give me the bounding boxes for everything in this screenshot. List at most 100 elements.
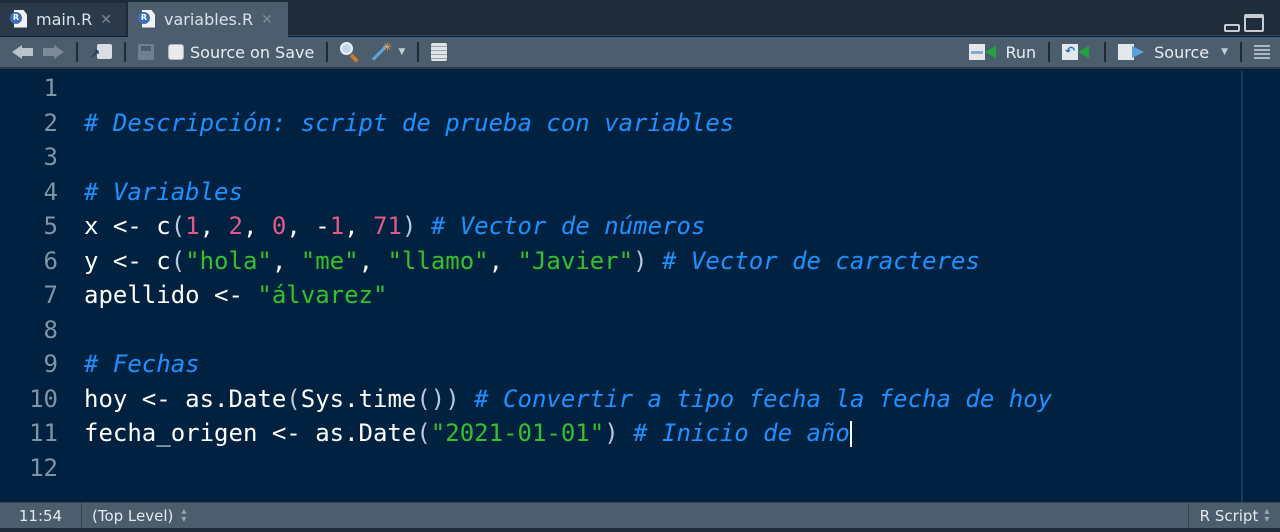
number-token: 2 [228,212,243,241]
outline-icon [1254,45,1270,59]
scope-selector[interactable]: (Top Level) ▴ ▾ [82,505,187,525]
line-source: hoy <- as.Date(Sys.time()) # Convertir a… [58,385,1052,413]
code-token: , [271,246,301,275]
save-button[interactable] [134,39,158,65]
code-line[interactable]: 3 [0,140,1052,175]
minimize-pane-icon[interactable] [1224,24,1240,32]
source-on-save-label: Source on Save [190,42,315,62]
up-down-chevron-icon: ▴ ▾ [181,505,187,525]
tab-variables-r[interactable]: R variables.R ✕ [128,2,288,37]
paren-token: ( [286,384,301,413]
close-icon[interactable]: ✕ [100,12,112,28]
rerun-icon: ↶ [1062,44,1092,60]
code-editor[interactable]: 1 2 # Descripción: script de prueba con va… [0,71,1280,502]
code-line[interactable]: 2 # Descripción: script de prueba con var… [0,106,1052,141]
comment-token: # Inicio de año [633,419,850,448]
code-token: fecha_origen <- as.Date [84,419,417,448]
paren-token: ( [170,246,186,275]
chevron-down-icon[interactable]: ▼ [1221,47,1228,57]
source-on-save-toggle[interactable]: Source on Save [164,39,318,65]
code-line[interactable]: 12 [0,451,1052,486]
code-token: , - [286,212,330,241]
line-number: 12 [29,453,58,482]
code-tools-button[interactable]: ✳ ▼ [364,39,409,65]
code-line[interactable]: 11 fecha_origen <- as.Date("2021-01-01") … [0,416,1052,451]
line-source: y <- c("hola", "me", "llamo", "Javier") … [58,247,980,275]
code-token: y <- c [84,246,171,275]
editor-status-bar: 11:54 (Top Level) ▴ ▾ R Script ▴ ▾ [0,502,1280,528]
up-down-chevron-icon: ▴ ▾ [1264,505,1270,525]
line-source: apellido <- "álvarez" [58,281,387,309]
string-token: "álvarez" [257,281,388,310]
code-line[interactable]: 7 apellido <- "álvarez" [0,278,1052,313]
source-button[interactable]: Source ▼ [1114,39,1232,65]
code-line[interactable]: 1 [0,71,1052,106]
comment-token: # Convertir a tipo fecha la fecha de hoy [474,384,1053,413]
close-icon[interactable]: ✕ [261,12,273,28]
bottom-border [0,528,1280,532]
file-type-selector[interactable]: R Script ▴ ▾ [1188,503,1280,528]
code-line[interactable]: 6y <- c("hola", "me", "llamo", "Javier")… [0,244,1052,279]
find-replace-button[interactable] [336,39,364,65]
code-line[interactable]: 5x <- c(1, 2, 0, -1, 71) # Vector de núm… [0,209,1052,244]
comment-token: # Vector de caracteres [662,246,980,275]
toolbar-divider [1104,42,1107,62]
number-token: 0 [271,212,287,241]
comment-token: # Variables [84,177,243,206]
paren-token: ) [401,212,417,241]
code-line[interactable]: 8 [0,313,1052,348]
code-token: , [344,212,374,241]
toolbar-divider [326,42,329,62]
file-type-label: R Script [1199,506,1259,525]
search-icon [340,42,360,63]
run-button[interactable]: Run [965,39,1040,65]
notebook-icon [431,43,448,61]
chevron-down-icon: ▼ [398,47,406,57]
line-number: 4 [43,177,58,206]
toolbar-divider [1048,42,1051,62]
code-line[interactable]: 10 hoy <- as.Date(Sys.time()) # Convertir… [0,382,1052,417]
rerun-button[interactable]: ↶ [1058,39,1096,65]
line-number: 8 [43,315,58,344]
run-label: Run [1005,42,1037,62]
number-token: 1 [329,212,345,241]
source-on-save-checkbox[interactable] [168,44,184,60]
arrow-right-icon [42,45,64,59]
code-line[interactable]: 9 # Fechas [0,347,1052,382]
string-token: "2021-01-01" [430,419,605,448]
code-lines: 1 2 # Descripción: script de prueba con va… [0,71,1052,485]
number-token: 1 [185,212,200,241]
code-token: apellido <- [84,281,258,310]
line-source: # Fechas [58,350,200,378]
editor-toolbar: ↗ Source on Save ✳ ▼ Run ↶ Source ▼ [0,37,1280,69]
document-outline-button[interactable] [1250,39,1274,65]
code-line[interactable]: 4 # Variables [0,175,1052,210]
code-token: hoy <- as.Date [84,384,287,413]
maximize-pane-icon[interactable] [1244,14,1264,32]
code-token: , [488,246,518,275]
editor-tab-strip: R main.R ✕ R variables.R ✕ [0,0,1280,37]
go-back-button[interactable] [8,39,38,65]
code-token: , [358,246,388,275]
run-icon [969,44,999,60]
code-token: , [199,212,229,241]
go-forward-button[interactable] [38,39,68,65]
paren-token: ( [416,419,431,448]
toolbar-divider [417,42,420,62]
line-source: fecha_origen <- as.Date("2021-01-01") # … [58,419,852,448]
line-number: 6 [43,246,58,275]
cursor-position: 11:54 [0,503,82,528]
show-in-new-window-button[interactable]: ↗ [86,39,116,65]
r-file-icon: R [10,9,28,30]
source-label: Source [1154,42,1210,62]
tab-label: main.R [36,10,93,29]
source-icon [1118,44,1148,60]
compile-report-button[interactable] [427,39,451,65]
print-margin-line [1241,71,1243,502]
r-file-icon: R [138,9,156,30]
tab-main-r[interactable]: R main.R ✕ [0,3,127,36]
paren-token: ( [170,212,186,241]
paren-token: ()) [416,384,460,413]
code-token: Sys.time [300,384,417,413]
